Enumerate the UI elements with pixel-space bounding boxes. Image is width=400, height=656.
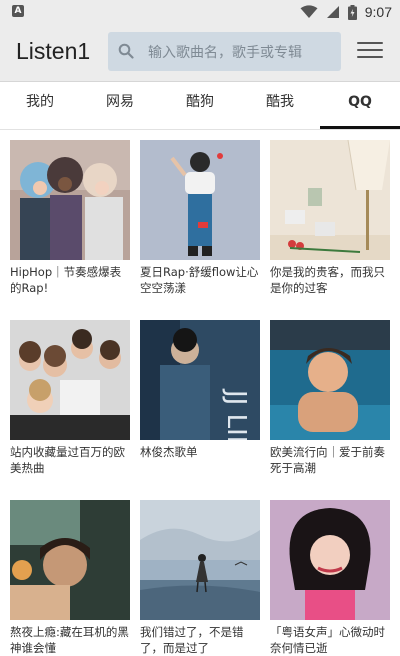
status-right: 9:07 (300, 3, 392, 21)
signal-icon (326, 6, 339, 18)
playlist-title: HipHop｜节奏感爆表的Rap! (10, 265, 122, 295)
playlist-cover (10, 320, 130, 440)
wifi-icon (300, 5, 318, 18)
playlist-card[interactable]: JJ LIN 林俊杰歌单 (140, 320, 260, 460)
playlist-title: 林俊杰歌单 (140, 445, 198, 459)
status-bar: A 9:07 (0, 0, 400, 24)
tab-kugou[interactable]: 酷狗 (160, 82, 240, 129)
playlist-cover (270, 140, 390, 260)
search-input[interactable]: 输入歌曲名，歌手或专辑 (108, 32, 341, 71)
tab-mine[interactable]: 我的 (0, 82, 80, 129)
playlist-card[interactable]: 我们错过了，不是错了，而是过了 (140, 500, 260, 656)
playlist-card[interactable]: HipHop｜节奏感爆表的Rap! (10, 140, 130, 296)
playlist-card[interactable]: 夏日Rap·舒缓flow让心空空荡漾 (140, 140, 260, 296)
playlist-card[interactable]: 你是我的贵客，而我只是你的过客 (270, 140, 390, 296)
playlist-cover (270, 500, 390, 620)
tab-bar: 我的 网易 酷狗 酷我 QQ (0, 82, 400, 130)
tab-qq[interactable]: QQ (320, 82, 400, 129)
playlist-title: 「粤语女声」心微动时奈何情已逝 (270, 625, 385, 655)
playlist-title: 欧美流行向｜爱于前奏死于高潮 (270, 445, 385, 475)
playlist-cover (10, 500, 130, 620)
battery-icon (347, 4, 357, 20)
playlist-card[interactable]: 欧美流行向｜爱于前奏死于高潮 (270, 320, 390, 476)
playlist-title: 熬夜上瘾:藏在耳机的黑神谁会懂 (10, 625, 129, 655)
playlist-title: 你是我的贵客，而我只是你的过客 (270, 265, 385, 295)
app-bar: Listen1 输入歌曲名，歌手或专辑 (0, 24, 400, 82)
playlist-cover (10, 140, 130, 260)
playlist-card[interactable]: 熬夜上瘾:藏在耳机的黑神谁会懂 (10, 500, 130, 656)
playlist-cover (140, 500, 260, 620)
app-notification-icon: A (12, 5, 24, 17)
tab-netease[interactable]: 网易 (80, 82, 160, 129)
playlist-cover: JJ LIN (140, 320, 260, 440)
playlist-title: 站内收藏量过百万的欧美热曲 (10, 445, 125, 475)
search-placeholder: 输入歌曲名，歌手或专辑 (148, 45, 302, 61)
playlist-cover (270, 320, 390, 440)
playlist-card[interactable]: 「粤语女声」心微动时奈何情已逝 (270, 500, 390, 656)
playlist-title: 夏日Rap·舒缓flow让心空空荡漾 (140, 265, 259, 295)
menu-icon[interactable] (357, 42, 383, 62)
svg-text:JJ LIN: JJ LIN (221, 388, 251, 440)
playlist-title: 我们错过了，不是错了，而是过了 (140, 625, 244, 655)
playlist-card[interactable]: 站内收藏量过百万的欧美热曲 (10, 320, 130, 476)
playlist-cover (140, 140, 260, 260)
app-title: Listen1 (16, 38, 91, 64)
search-icon (118, 43, 134, 59)
status-time: 9:07 (364, 4, 392, 20)
tab-kuwo[interactable]: 酷我 (240, 82, 320, 129)
